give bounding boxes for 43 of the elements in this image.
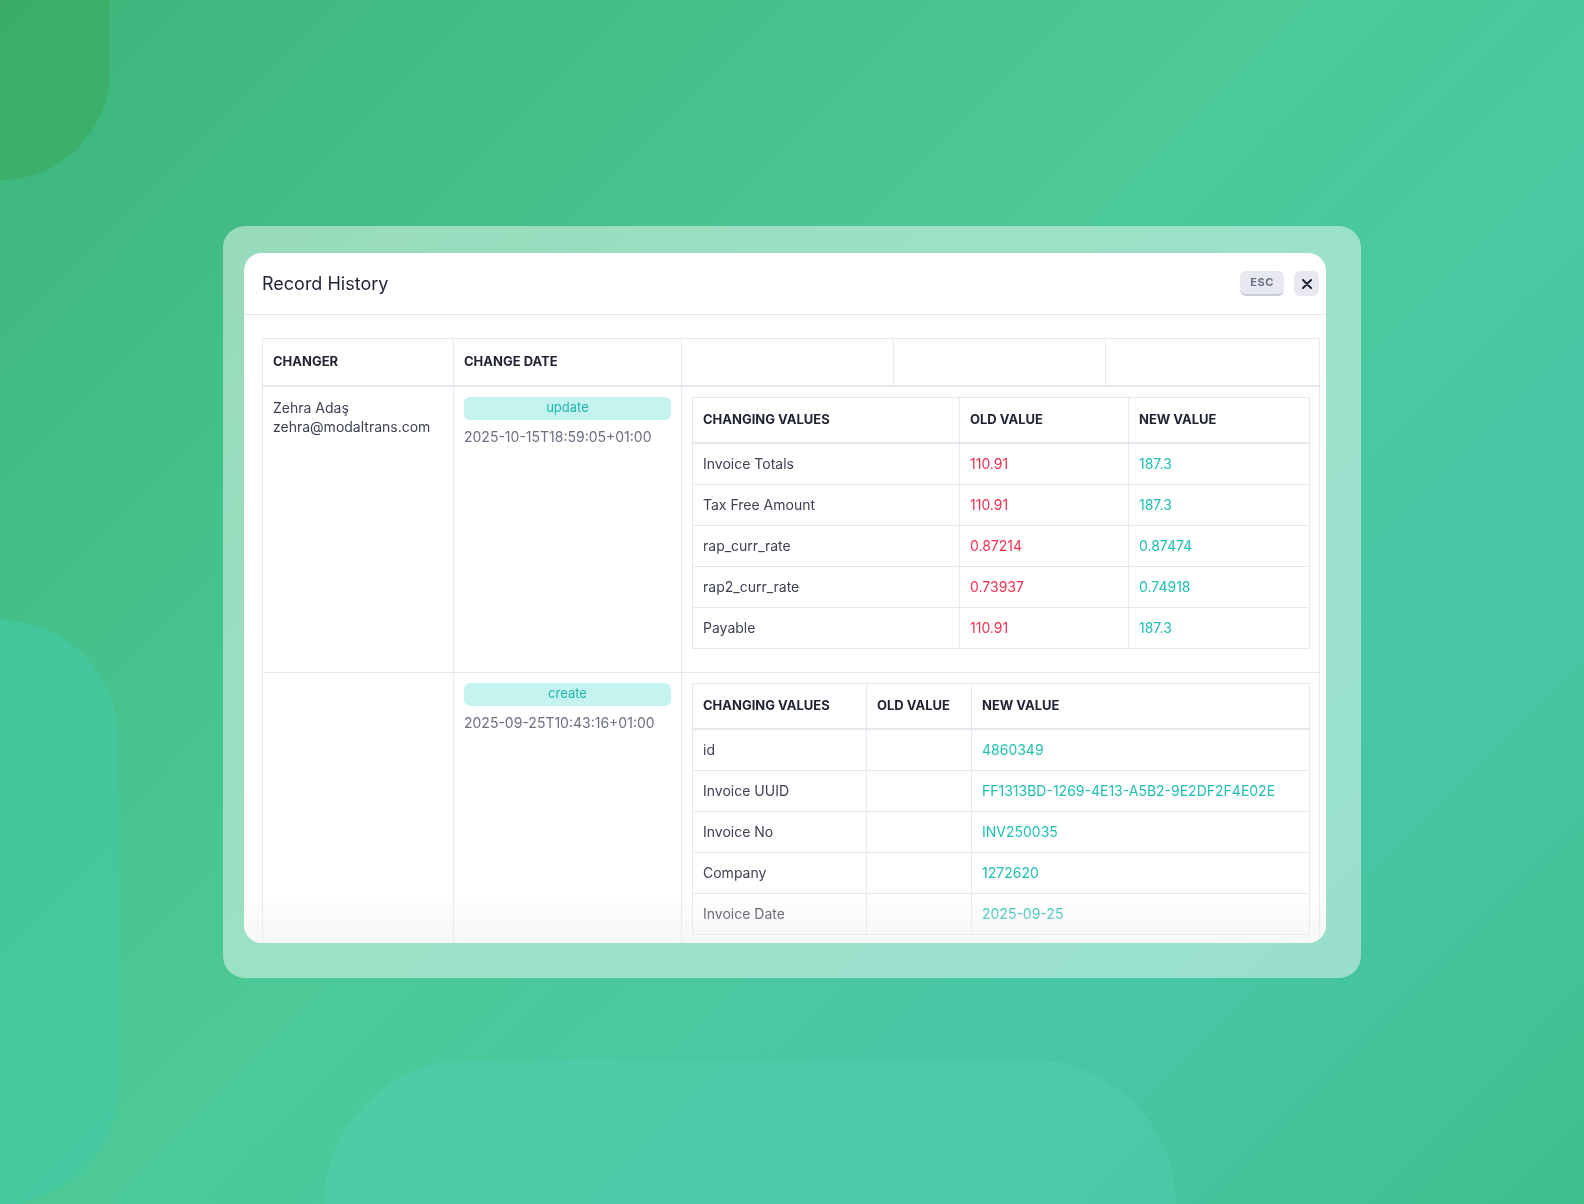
action-badge: update: [464, 396, 671, 420]
column-header: NEW VALUE: [1128, 397, 1310, 443]
field-name: Payable: [692, 607, 960, 648]
new-value: 0.74918: [1128, 566, 1310, 607]
field-name: Invoice UUID: [692, 770, 867, 811]
field-name: rap2_curr_rate: [692, 566, 960, 607]
new-value: INV250035: [971, 811, 1310, 852]
column-header: CHANGER: [262, 338, 454, 386]
new-value: 0.87474: [1128, 525, 1310, 566]
field-name: Invoice No: [692, 811, 867, 852]
column-header: CHANGING VALUES: [692, 683, 867, 729]
change-date: 2025-09-25T10:43:16+01:00: [464, 712, 656, 733]
new-value: 2025-09-25: [971, 893, 1310, 934]
field-name: Invoice Totals: [692, 443, 960, 484]
old-value: 110.91: [959, 443, 1129, 484]
changer-email: zehra@modaltrans.com: [273, 416, 432, 436]
new-value: 187.3: [1128, 607, 1310, 648]
field-name: rap_curr_rate: [692, 525, 960, 566]
esc-key-hint: ESC: [1240, 271, 1284, 296]
column-header: CHANGE DATE: [453, 338, 682, 386]
column-header: OLD VALUE: [959, 397, 1129, 443]
new-value: 1272620: [971, 852, 1310, 893]
field-name: Company: [692, 852, 867, 893]
old-value: 0.73937: [959, 566, 1129, 607]
new-value: 187.3: [1128, 484, 1310, 525]
new-value: 187.3: [1128, 443, 1310, 484]
close-icon: [1301, 278, 1312, 289]
field-name: id: [692, 729, 867, 770]
new-value: 4860349: [971, 729, 1310, 770]
change-date: 2025-10-15T18:59:05+01:00: [464, 426, 653, 447]
old-value: 0.87214: [959, 525, 1129, 566]
column-header: CHANGING VALUES: [692, 397, 960, 443]
column-header: OLD VALUE: [866, 683, 972, 729]
field-name: Invoice Date: [692, 893, 867, 934]
new-value: FF1313BD-1269-4E13-A5B2-9E2DF2F4E02E: [971, 770, 1310, 811]
action-badge: create: [464, 682, 671, 706]
field-name: Tax Free Amount: [692, 484, 960, 525]
old-value: 110.91: [959, 484, 1129, 525]
modal-title: Record History: [262, 272, 389, 296]
column-header: NEW VALUE: [971, 683, 1310, 729]
changer-name: Zehra Adaş: [273, 397, 350, 417]
old-value: 110.91: [959, 607, 1129, 648]
close-button[interactable]: [1294, 271, 1319, 296]
